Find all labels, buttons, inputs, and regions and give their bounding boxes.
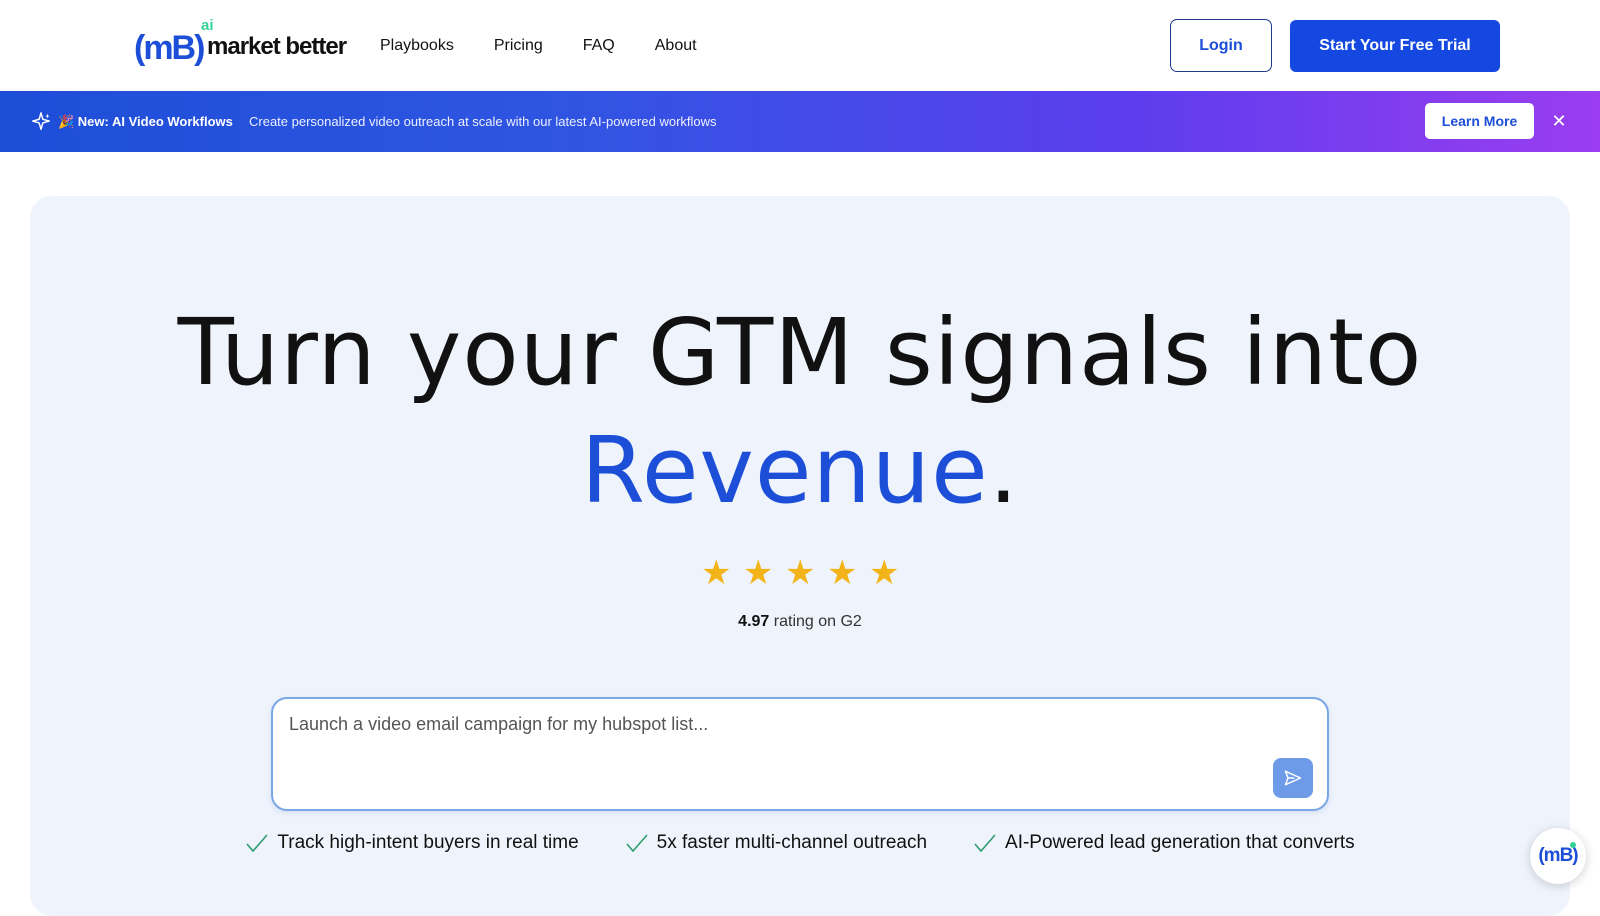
hero-section: Turn your GTM signals into Revenue. ★ ★ … [30, 196, 1570, 916]
site-header: (mB) ai market better Playbooks Pricing … [0, 0, 1600, 91]
start-free-trial-button[interactable]: Start Your Free Trial [1290, 20, 1500, 72]
logo-mark: (mB) [134, 29, 205, 67]
star-icon: ★ [869, 554, 900, 592]
rating-value: 4.97 [738, 613, 770, 630]
check-icon [974, 834, 996, 853]
sparkle-icon [32, 112, 50, 131]
feature-item: Track high-intent buyers in real time [245, 830, 579, 856]
rating-label: rating on G2 [773, 613, 862, 630]
login-button[interactable]: Login [1170, 19, 1272, 72]
star-icon: ★ [827, 554, 858, 592]
learn-more-button[interactable]: Learn More [1425, 103, 1534, 139]
nav-pricing[interactable]: Pricing [494, 34, 543, 58]
main-nav: Playbooks Pricing FAQ About [380, 34, 697, 58]
announcement-banner: 🎉 New: AI Video Workflows Create persona… [0, 91, 1600, 152]
star-icon: ★ [701, 554, 732, 592]
feature-list: Track high-intent buyers in real time 5x… [30, 830, 1570, 856]
feature-label: AI-Powered lead generation that converts [1005, 832, 1355, 853]
rating-stars: ★ ★ ★ ★ ★ [30, 554, 1570, 592]
star-icon: ★ [785, 554, 816, 592]
check-icon [626, 834, 648, 853]
logo-wordmark: market better [207, 33, 347, 60]
feature-label: 5x faster multi-channel outreach [656, 832, 928, 853]
prompt-input[interactable] [289, 709, 1229, 739]
nav-playbooks[interactable]: Playbooks [380, 34, 454, 58]
chat-widget-button[interactable]: (mB) [1530, 828, 1586, 884]
nav-about[interactable]: About [655, 34, 697, 58]
rating-text: 4.97 rating on G2 [30, 611, 1570, 633]
banner-description: Create personalized video outreach at sc… [249, 114, 717, 129]
send-icon [1284, 770, 1302, 786]
check-icon [246, 834, 268, 853]
hero-headline: Turn your GTM signals into Revenue. [30, 294, 1570, 530]
feature-item: 5x faster multi-channel outreach [625, 830, 927, 856]
logo[interactable]: (mB) ai market better [134, 18, 349, 70]
chat-logo-icon: (mB) [1538, 845, 1578, 866]
headline-period: . [988, 417, 1019, 524]
headline-accent: Revenue [581, 417, 989, 524]
nav-faq[interactable]: FAQ [583, 34, 615, 58]
send-button[interactable] [1273, 758, 1313, 798]
headline-line1: Turn your GTM signals into [177, 299, 1423, 406]
feature-label: Track high-intent buyers in real time [277, 832, 579, 853]
feature-item: AI-Powered lead generation that converts [973, 830, 1355, 856]
online-dot [1570, 842, 1576, 848]
close-icon[interactable]: ✕ [1548, 110, 1570, 132]
star-icon: ★ [743, 554, 774, 592]
banner-title: 🎉 New: AI Video Workflows [58, 114, 233, 129]
prompt-box [271, 697, 1329, 811]
